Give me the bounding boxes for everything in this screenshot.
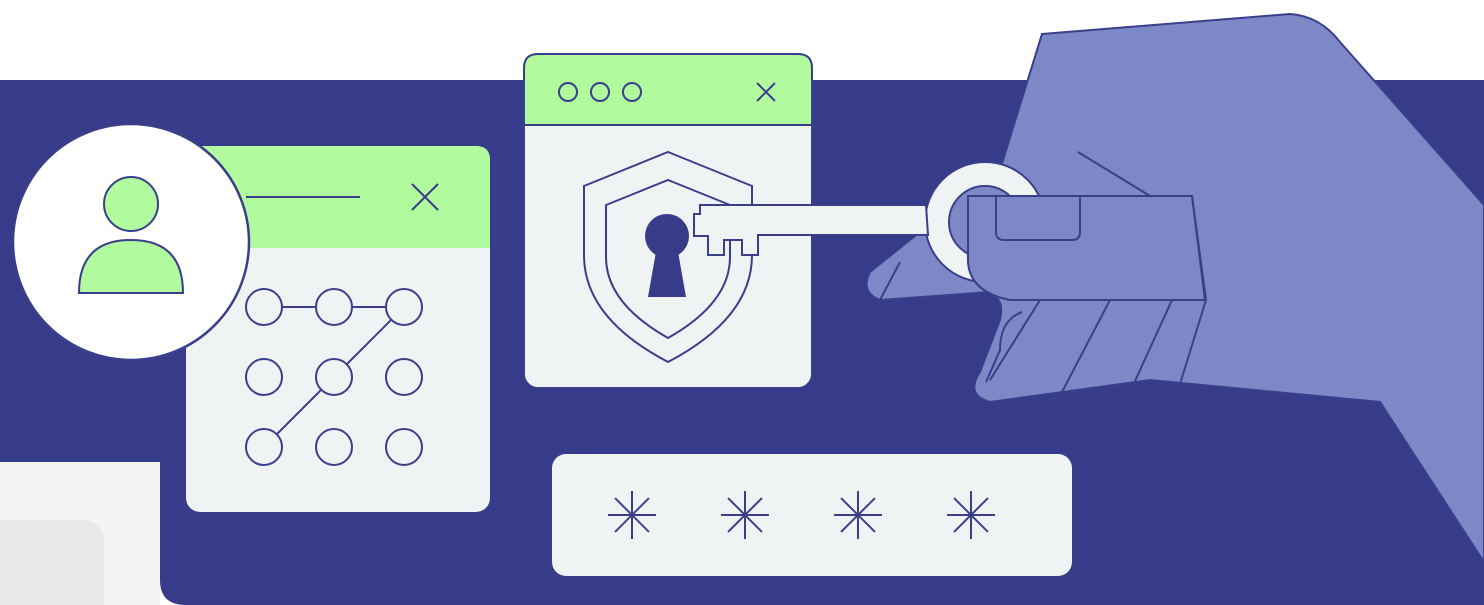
gray-inner-tile <box>0 520 104 605</box>
hand-thumb <box>967 195 1207 301</box>
asterisk-icon <box>721 491 769 539</box>
pattern-node <box>385 288 423 326</box>
user-avatar <box>11 122 251 362</box>
asterisk-icon <box>608 491 656 539</box>
pattern-node <box>315 428 353 466</box>
asterisk-icon <box>834 491 882 539</box>
security-illustration <box>0 12 1484 605</box>
avatar-head <box>103 176 159 232</box>
pattern-node <box>315 288 353 326</box>
password-field <box>552 454 1072 576</box>
pattern-lock-grid <box>245 288 423 466</box>
asterisk-icon <box>947 491 995 539</box>
pattern-node <box>315 358 353 396</box>
pattern-node <box>245 288 283 326</box>
pattern-node <box>245 358 283 396</box>
pattern-node <box>245 428 283 466</box>
pattern-node <box>385 358 423 396</box>
pattern-node <box>385 428 423 466</box>
